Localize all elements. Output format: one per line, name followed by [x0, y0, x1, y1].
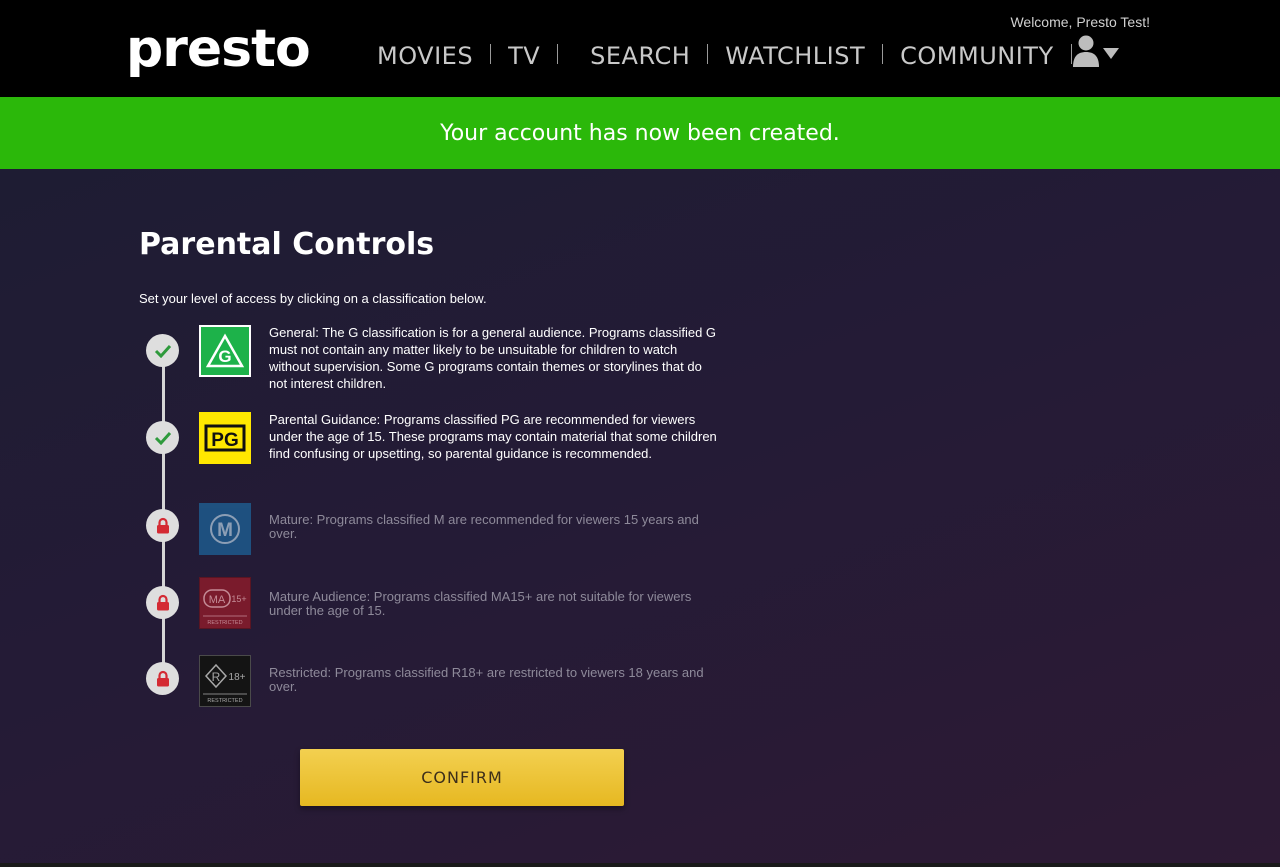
welcome-message: Welcome, Presto Test! [1010, 14, 1150, 30]
nav-community[interactable]: COMMUNITY [883, 42, 1070, 70]
footer-strip [0, 863, 1280, 867]
success-banner: Your account has now been created. [0, 97, 1280, 169]
rating-description: Mature Audience: Programs classified MA1… [269, 589, 692, 618]
rating-option-r18[interactable]: R 18+ RESTRICTED Restricted: Programs cl… [146, 655, 746, 707]
rating-option-g[interactable]: G General: The G classification is for a… [146, 325, 746, 401]
svg-text:G: G [218, 347, 231, 366]
user-menu[interactable] [1070, 34, 1122, 70]
nav-movies[interactable]: MOVIES [360, 42, 490, 70]
locked-padlock-icon [146, 586, 179, 619]
rating-option-pg[interactable]: PG Parental Guidance: Programs classifie… [146, 412, 746, 488]
svg-text:R: R [212, 670, 221, 684]
pg-rating-badge: PG [199, 412, 251, 464]
ma15-rating-badge: MA 15+ RESTRICTED [199, 577, 251, 629]
success-message: Your account has now been created. [440, 120, 840, 146]
instructions-text: Set your level of access by clicking on … [139, 291, 487, 306]
svg-text:18+: 18+ [229, 672, 246, 683]
parental-controls-panel: Parental Controls Set your level of acce… [0, 169, 1280, 863]
svg-text:MA: MA [209, 594, 226, 606]
r18-rating-badge: R 18+ RESTRICTED [199, 655, 251, 707]
rating-description: Parental Guidance: Programs classified P… [269, 412, 717, 461]
m-rating-badge: M [199, 503, 251, 555]
rating-description: Restricted: Programs classified R18+ are… [269, 665, 704, 694]
confirm-button[interactable]: CONFIRM [300, 749, 624, 806]
rating-description: General: The G classification is for a g… [269, 325, 717, 391]
site-header: presto MOVIES TV SEARCH WATCHLIST COMMUN… [0, 0, 1280, 97]
svg-text:15+: 15+ [231, 594, 246, 604]
svg-text:RESTRICTED: RESTRICTED [207, 620, 242, 626]
svg-text:PG: PG [211, 430, 238, 451]
nav-search[interactable]: SEARCH [558, 42, 707, 70]
nav-watchlist[interactable]: WATCHLIST [708, 42, 882, 70]
rating-option-ma15[interactable]: MA 15+ RESTRICTED Mature Audience: Progr… [146, 577, 746, 629]
locked-padlock-icon [146, 662, 179, 695]
svg-text:M: M [217, 520, 233, 541]
caret-down-icon [1103, 48, 1119, 59]
nav-tv[interactable]: TV [491, 42, 557, 70]
svg-text:RESTRICTED: RESTRICTED [207, 698, 242, 704]
locked-padlock-icon [146, 509, 179, 542]
allowed-check-icon [146, 421, 179, 454]
user-icon [1073, 35, 1099, 67]
main-nav: MOVIES TV SEARCH WATCHLIST COMMUNITY [360, 38, 1072, 74]
g-rating-badge: G [199, 325, 251, 377]
rating-description: Mature: Programs classified M are recomm… [269, 512, 699, 541]
rating-option-m[interactable]: M Mature: Programs classified M are reco… [146, 503, 746, 555]
page-title: Parental Controls [139, 227, 435, 262]
presto-logo[interactable]: presto [126, 14, 311, 84]
allowed-check-icon [146, 334, 179, 367]
